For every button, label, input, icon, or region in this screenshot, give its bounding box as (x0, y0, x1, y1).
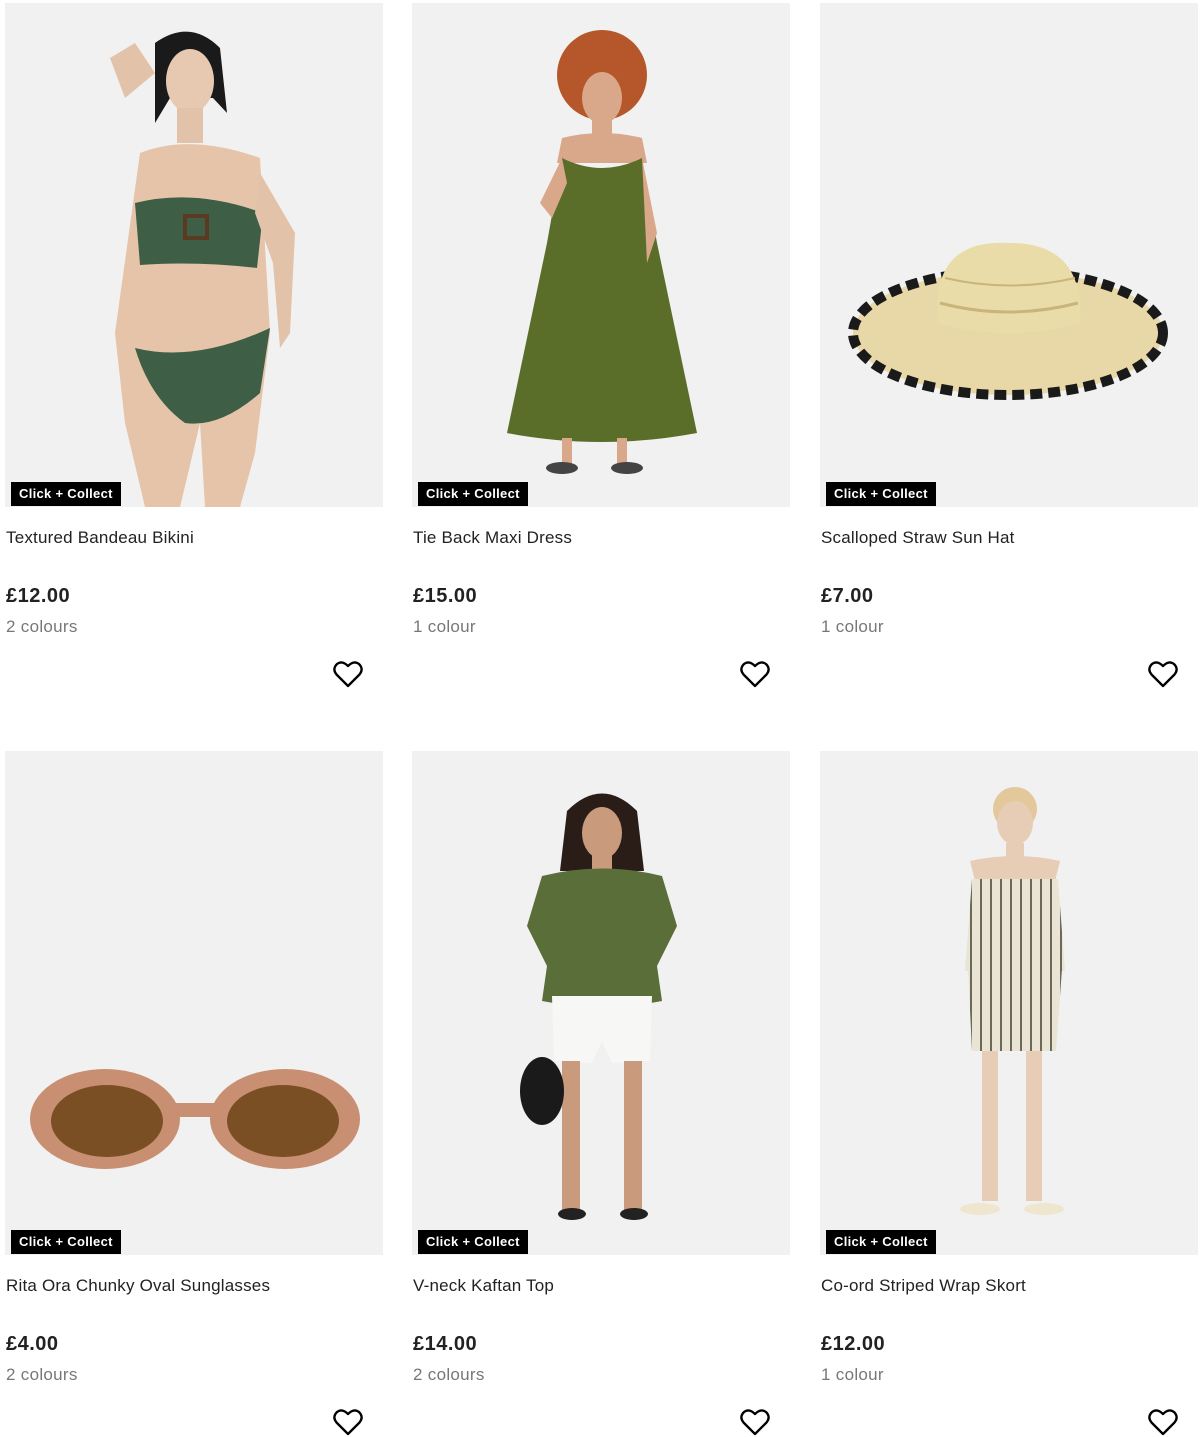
product-price: £14.00 (413, 1333, 478, 1355)
product-card[interactable]: Click + Collect Co-ord Striped Wrap Skor… (820, 751, 1198, 1436)
click-collect-badge: Click + Collect (826, 1230, 936, 1254)
wishlist-button[interactable] (331, 657, 365, 691)
sunglasses-illustration (30, 1069, 360, 1169)
click-collect-badge: Click + Collect (418, 482, 528, 506)
product-card[interactable]: Click + Collect V-neck Kaftan Top £14.00… (412, 751, 790, 1436)
product-colours: 2 colours (413, 1365, 485, 1384)
heart-outline-icon (1148, 661, 1178, 688)
heart-outline-icon (333, 661, 363, 688)
wishlist-button[interactable] (738, 1405, 772, 1437)
product-name[interactable]: Textured Bandeau Bikini (6, 528, 194, 548)
product-image-kaftan[interactable]: Click + Collect (412, 751, 790, 1255)
product-image-dress[interactable]: Click + Collect (412, 3, 790, 507)
heart-outline-icon (1148, 1409, 1178, 1436)
product-colours: 1 colour (821, 617, 884, 636)
product-image-sunglasses[interactable]: Click + Collect (5, 751, 383, 1255)
product-name[interactable]: Scalloped Straw Sun Hat (821, 528, 1015, 548)
heart-outline-icon (333, 1409, 363, 1436)
product-card[interactable]: Click + Collect Scalloped Straw Sun Hat … (820, 3, 1198, 688)
wishlist-button[interactable] (1146, 1405, 1180, 1437)
product-name[interactable]: Rita Ora Chunky Oval Sunglasses (6, 1276, 270, 1296)
product-colours: 1 colour (821, 1365, 884, 1384)
product-card[interactable]: Click + Collect Tie Back Maxi Dress £15.… (412, 3, 790, 688)
product-colours: 2 colours (6, 617, 78, 636)
product-card[interactable]: Click + Collect Textured Bandeau Bikini … (5, 3, 383, 688)
product-name[interactable]: Tie Back Maxi Dress (413, 528, 572, 548)
heart-outline-icon (740, 1409, 770, 1436)
product-card[interactable]: Click + Collect Rita Ora Chunky Oval Sun… (5, 751, 383, 1436)
product-price: £12.00 (821, 1333, 886, 1355)
kaftan-model-illustration (520, 793, 677, 1220)
click-collect-badge: Click + Collect (11, 482, 121, 506)
wishlist-button[interactable] (331, 1405, 365, 1437)
wishlist-button[interactable] (738, 657, 772, 691)
click-collect-badge: Click + Collect (11, 1230, 121, 1254)
product-colours: 2 colours (6, 1365, 78, 1384)
product-price: £4.00 (6, 1333, 59, 1355)
product-name[interactable]: V-neck Kaftan Top (413, 1276, 554, 1296)
product-image-bikini[interactable]: Click + Collect (5, 3, 383, 507)
product-price: £15.00 (413, 585, 478, 607)
click-collect-badge: Click + Collect (418, 1230, 528, 1254)
heart-outline-icon (740, 661, 770, 688)
product-price: £7.00 (821, 585, 874, 607)
bikini-model-illustration (110, 31, 295, 507)
product-name[interactable]: Co-ord Striped Wrap Skort (821, 1276, 1026, 1296)
product-image-skort[interactable]: Click + Collect (820, 751, 1198, 1255)
straw-hat-illustration (848, 242, 1168, 400)
click-collect-badge: Click + Collect (826, 482, 936, 506)
product-grid: Click + Collect Textured Bandeau Bikini … (0, 0, 1200, 1437)
dress-model-illustration (507, 30, 697, 474)
product-colours: 1 colour (413, 617, 476, 636)
skort-model-illustration (960, 787, 1065, 1215)
product-image-hat[interactable]: Click + Collect (820, 3, 1198, 507)
wishlist-button[interactable] (1146, 657, 1180, 691)
product-price: £12.00 (6, 585, 71, 607)
